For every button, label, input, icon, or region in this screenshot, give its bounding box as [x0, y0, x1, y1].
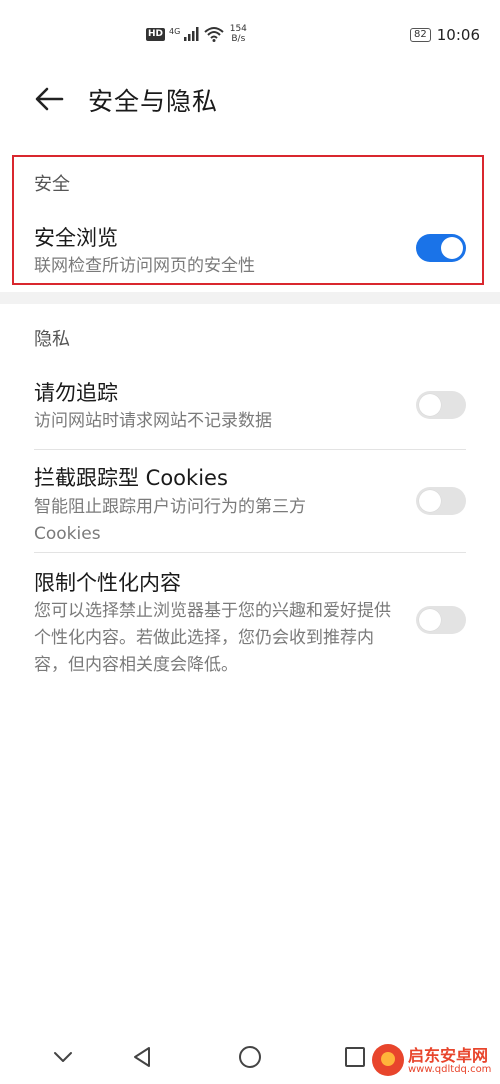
block-tracking-cookies-toggle[interactable] [416, 487, 466, 515]
section-label-security: 安全 [34, 174, 70, 195]
toggle-knob [419, 394, 441, 416]
setting-subtitle: 联网检查所访问网页的安全性 [34, 256, 255, 276]
network-speed-unit: B/s [231, 34, 246, 44]
watermark-url: www.qdltdq.com [408, 1064, 492, 1075]
site-watermark: 启东安卓网 www.qdltdq.com [372, 1040, 500, 1084]
safe-browsing-toggle[interactable] [416, 234, 466, 262]
chevron-down-icon[interactable] [48, 1042, 78, 1072]
status-bar: HD 4G 154 B/s 82 10:06 [0, 20, 500, 54]
setting-subtitle: 智能阻止跟踪用户访问行为的第三方 Cookies [34, 497, 306, 544]
toggle-knob [419, 609, 441, 631]
setting-title: 安全浏览 [34, 226, 118, 250]
network-speed: 154 B/s [228, 24, 248, 44]
arrow-left-icon[interactable] [34, 86, 64, 112]
toggle-knob [419, 490, 441, 512]
toggle-knob [441, 237, 463, 259]
row-divider [34, 552, 466, 553]
wifi-icon [204, 27, 224, 42]
limit-personalized-content-toggle[interactable] [416, 606, 466, 634]
battery-indicator: 82 [410, 28, 431, 42]
clock: 10:06 [436, 26, 480, 44]
setting-title: 限制个性化内容 [34, 571, 181, 595]
page-title: 安全与隐私 [88, 87, 219, 116]
do-not-track-toggle[interactable] [416, 391, 466, 419]
signal-icon [184, 27, 199, 41]
section-separator [0, 292, 500, 304]
hd-badge: HD [146, 27, 166, 41]
row-divider [34, 449, 466, 450]
back-triangle-icon[interactable] [128, 1042, 158, 1072]
app-header: 安全与隐私 [0, 72, 500, 128]
status-bar-indicators: HD 4G 154 B/s [146, 24, 248, 44]
status-bar-right: 82 10:06 [410, 26, 480, 44]
section-label-privacy: 隐私 [34, 329, 70, 350]
network-type: 4G [169, 26, 181, 36]
settings-page: HD 4G 154 B/s 82 10:06 安全与隐私 安全 安全浏览 联网检… [0, 0, 500, 1084]
setting-subtitle: 您可以选择禁止浏览器基于您的兴趣和爱好提供个性化内容。若做此选择，您仍会收到推荐… [34, 601, 391, 675]
network-speed-value: 154 [229, 24, 247, 34]
setting-title: 请勿追踪 [34, 381, 118, 405]
watermark-logo-icon [372, 1044, 404, 1076]
setting-title: 拦截跟踪型 Cookies [34, 466, 228, 490]
setting-subtitle: 访问网站时请求网站不记录数据 [34, 411, 272, 431]
recents-square-icon[interactable] [340, 1042, 370, 1072]
home-circle-icon[interactable] [235, 1042, 265, 1072]
watermark-name: 启东安卓网 [408, 1046, 489, 1065]
